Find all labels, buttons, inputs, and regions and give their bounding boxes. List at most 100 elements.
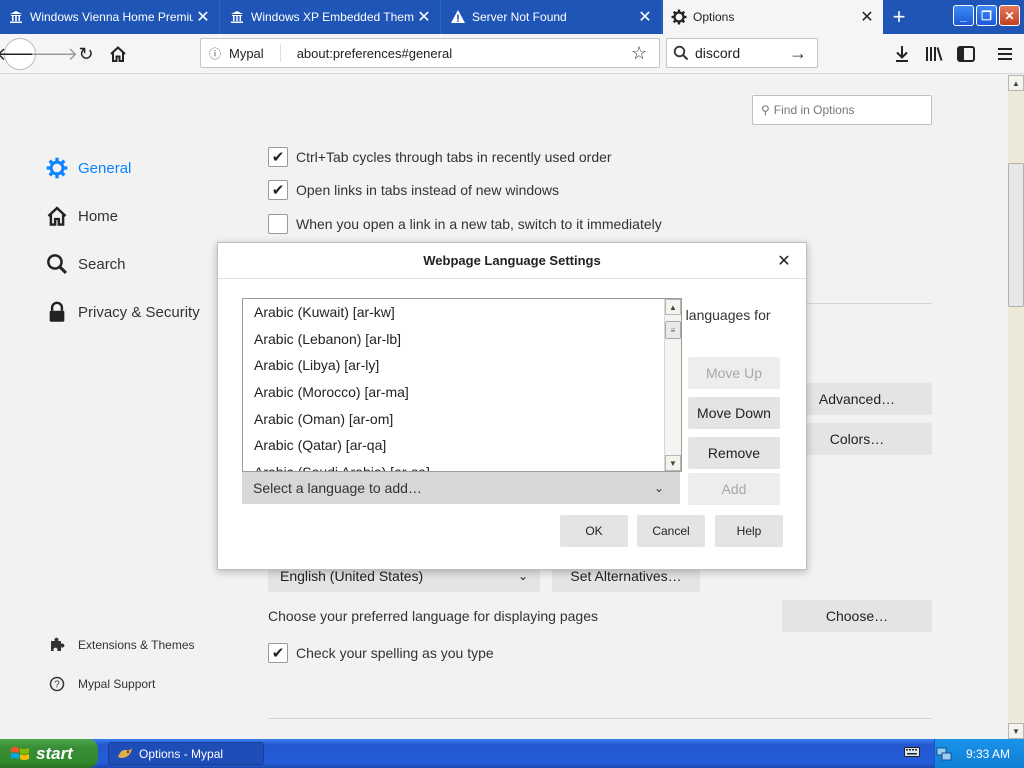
- home-icon: [44, 205, 70, 227]
- downloads-button[interactable]: [888, 40, 916, 68]
- list-item[interactable]: Arabic (Qatar) [ar-qa]: [243, 432, 681, 459]
- bookmark-star-icon[interactable]: ☆: [631, 43, 659, 64]
- checkbox-switch-to-new-tab[interactable]: When you open a link in a new tab, switc…: [268, 214, 662, 234]
- checkbox-box[interactable]: ✔: [268, 643, 288, 663]
- remove-button[interactable]: Remove: [688, 437, 780, 469]
- info-icon[interactable]: ⓘ: [209, 45, 229, 62]
- sidebar-toggle-button[interactable]: [952, 40, 980, 68]
- checkbox-open-links-in-tabs[interactable]: ✔ Open links in tabs instead of new wind…: [268, 180, 559, 200]
- sidebar-item-home[interactable]: Home: [44, 205, 118, 227]
- taskbar-item-label: Options - Mypal: [139, 746, 224, 761]
- scrollbar-thumb[interactable]: ≡: [665, 321, 681, 339]
- sidebar-item-label: Home: [78, 207, 119, 225]
- taskbar: start Options - Mypal 9:33 AM: [0, 739, 1024, 768]
- list-item[interactable]: Arabic (Saudi Arabia) [ar-sa]: [243, 459, 681, 471]
- tab-label: Server Not Found: [472, 10, 567, 24]
- close-icon[interactable]: ✕: [774, 251, 794, 271]
- home-button[interactable]: [102, 38, 134, 70]
- section-divider: [268, 718, 932, 719]
- system-tray: 9:33 AM: [934, 739, 1024, 768]
- close-tab-icon[interactable]: ✕: [857, 7, 877, 27]
- scroll-down-arrow-icon[interactable]: ▼: [665, 455, 681, 471]
- add-language-select[interactable]: Select a language to add… ⌄: [242, 472, 680, 504]
- svg-text:?: ?: [54, 680, 60, 691]
- reload-icon: ↻: [78, 43, 94, 64]
- list-scrollbar[interactable]: ▲ ≡ ▼: [664, 299, 681, 471]
- close-window-button[interactable]: ✕: [999, 5, 1020, 26]
- scroll-up-arrow-icon[interactable]: ▲: [1008, 75, 1024, 91]
- warning-icon: [450, 9, 466, 25]
- checkbox-spelling[interactable]: ✔ Check your spelling as you type: [268, 643, 494, 663]
- dialog-intro-text: e languages for: [674, 307, 771, 323]
- webpage-language-dialog: Webpage Language Settings ✕ e languages …: [217, 242, 807, 570]
- tab-server-not-found[interactable]: Server Not Found ✕: [442, 0, 662, 34]
- scrollbar-thumb[interactable]: [1008, 163, 1024, 307]
- minimize-button[interactable]: _: [953, 5, 974, 26]
- close-tab-icon[interactable]: ✕: [635, 7, 655, 27]
- forward-button[interactable]: 🡒: [30, 38, 78, 70]
- download-icon: [896, 46, 908, 62]
- tab-label: Windows Vienna Home Premium: [30, 10, 193, 24]
- keyboard-icon[interactable]: [904, 746, 920, 758]
- list-item[interactable]: Arabic (Libya) [ar-ly]: [243, 352, 681, 379]
- hamburger-menu-icon: [998, 48, 1012, 60]
- choose-language-text: Choose your preferred language for displ…: [268, 608, 598, 624]
- url-bar[interactable]: ⓘ Mypal about:preferences#general ☆: [200, 38, 660, 68]
- sidebar-item-label: Extensions & Themes: [78, 638, 195, 652]
- search-bar[interactable]: discord →: [666, 38, 818, 68]
- move-down-button[interactable]: Move Down: [688, 397, 780, 429]
- sidebar-item-extensions[interactable]: Extensions & Themes: [48, 637, 195, 653]
- list-item[interactable]: Arabic (Oman) [ar-om]: [243, 405, 681, 432]
- close-tab-icon[interactable]: ✕: [193, 7, 213, 27]
- tab-options[interactable]: Options ✕: [663, 0, 883, 34]
- tab-windows-vienna[interactable]: Windows Vienna Home Premium ✕: [0, 0, 220, 34]
- find-in-options-input[interactable]: ⚲ Find in Options: [752, 95, 932, 125]
- list-item[interactable]: Arabic (Morocco) [ar-ma]: [243, 379, 681, 406]
- gear-icon: [671, 9, 687, 25]
- page-scrollbar[interactable]: ▲ ▼: [1008, 75, 1024, 739]
- reload-button[interactable]: ↻: [70, 38, 102, 70]
- museum-icon: [229, 9, 245, 25]
- checkbox-ctrl-tab[interactable]: ✔ Ctrl+Tab cycles through tabs in recent…: [268, 147, 612, 167]
- new-tab-button[interactable]: +: [885, 3, 913, 31]
- cancel-button[interactable]: Cancel: [637, 515, 705, 547]
- add-button[interactable]: Add: [688, 473, 780, 505]
- list-item[interactable]: Arabic (Kuwait) [ar-kw]: [243, 299, 681, 326]
- start-button[interactable]: start: [0, 739, 98, 768]
- url-text[interactable]: about:preferences#general: [297, 46, 631, 61]
- tab-windows-xp-embedded[interactable]: Windows XP Embedded Theme ✕: [221, 0, 441, 34]
- network-icon[interactable]: [936, 746, 952, 762]
- windows-flag-icon: [11, 746, 29, 760]
- library-icon: [926, 47, 943, 61]
- sidebar-item-search[interactable]: Search: [44, 253, 126, 275]
- checkbox-box[interactable]: ✔: [268, 180, 288, 200]
- list-item[interactable]: Arabic (Lebanon) [ar-lb]: [243, 326, 681, 353]
- choose-languages-button[interactable]: Choose…: [782, 600, 932, 632]
- search-input[interactable]: discord: [695, 45, 789, 61]
- checkbox-box[interactable]: [268, 214, 288, 234]
- museum-icon: [8, 9, 24, 25]
- sidebar-item-privacy[interactable]: Privacy & Security: [44, 301, 200, 323]
- search-icon: [44, 253, 70, 275]
- clock[interactable]: 9:33 AM: [966, 747, 1010, 761]
- tab-label: Options: [693, 10, 735, 24]
- search-go-arrow-icon[interactable]: →: [789, 43, 817, 64]
- checkbox-label: Open links in tabs instead of new window…: [296, 182, 560, 198]
- language-list[interactable]: Arabic (Kuwait) [ar-kw] Arabic (Lebanon)…: [242, 298, 682, 472]
- sidebar-item-label: Privacy & Security: [78, 303, 200, 321]
- menu-button[interactable]: [991, 40, 1019, 68]
- ok-button[interactable]: OK: [560, 515, 628, 547]
- move-up-button[interactable]: Move Up: [688, 357, 780, 389]
- sidebar-icon: [957, 46, 975, 62]
- scroll-down-arrow-icon[interactable]: ▼: [1008, 723, 1024, 739]
- tab-label: Windows XP Embedded Theme: [251, 10, 414, 24]
- close-tab-icon[interactable]: ✕: [414, 7, 434, 27]
- restore-button[interactable]: ❐: [976, 5, 997, 26]
- library-button[interactable]: [920, 40, 948, 68]
- scroll-up-arrow-icon[interactable]: ▲: [665, 299, 681, 315]
- taskbar-item-mypal[interactable]: Options - Mypal: [108, 742, 264, 765]
- sidebar-item-general[interactable]: General: [44, 157, 131, 179]
- sidebar-item-support[interactable]: ? Mypal Support: [48, 676, 155, 692]
- checkbox-box[interactable]: ✔: [268, 147, 288, 167]
- help-button[interactable]: Help: [715, 515, 783, 547]
